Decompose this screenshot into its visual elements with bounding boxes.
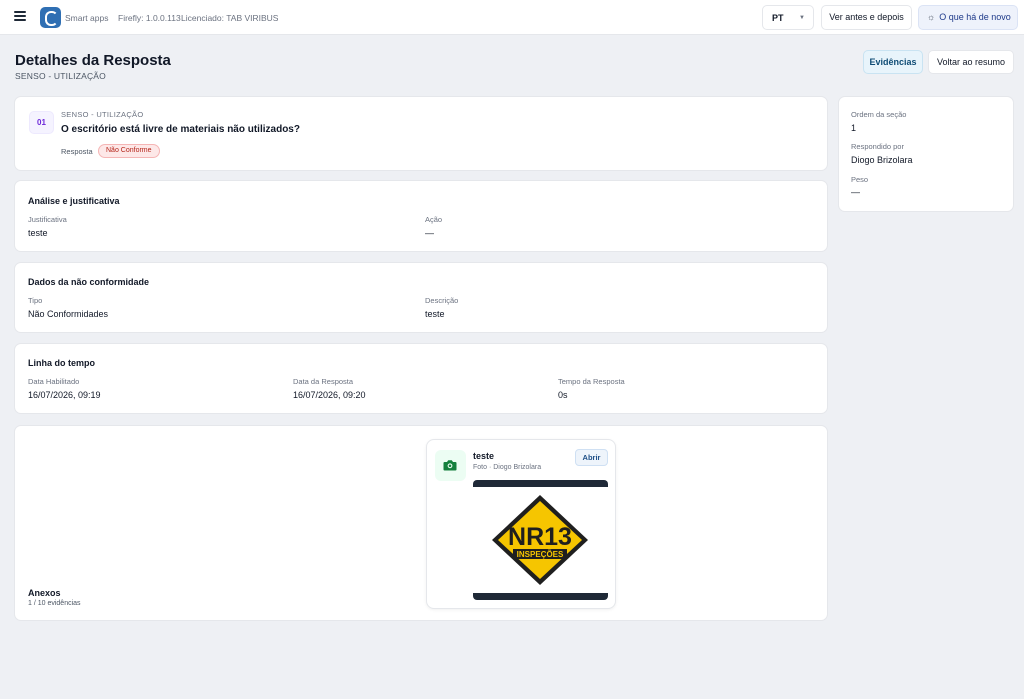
camera-icon: [435, 450, 466, 481]
attachments-count: 1 / 10 evidências: [28, 600, 81, 607]
response-label: Resposta: [61, 147, 93, 156]
sign-main-text: NR13: [508, 523, 572, 551]
enabled-date-value: 16/07/2026, 09:19: [28, 390, 101, 400]
response-date-value: 16/07/2026, 09:20: [293, 390, 366, 400]
type-label: Tipo: [28, 296, 43, 305]
language-select[interactable]: PT ▼: [762, 5, 814, 30]
sign-sub-text: INSPEÇÕES: [517, 550, 564, 559]
weight-label: Peso: [851, 175, 869, 184]
response-time-label: Tempo da Resposta: [558, 377, 625, 386]
analysis-title: Análise e justificativa: [28, 196, 120, 206]
license-info: Licenciado: TAB VIRIBUS: [181, 13, 279, 23]
action-value: —: [425, 228, 434, 238]
answered-by-value: Diogo Brizolara: [851, 155, 913, 165]
open-evidence-button[interactable]: Abrir: [575, 449, 608, 466]
side-info-card: Ordem da seção 1 Respondido por Diogo Br…: [838, 96, 1014, 212]
description-value: teste: [425, 309, 445, 319]
back-to-summary-button[interactable]: Voltar ao resumo: [928, 50, 1014, 74]
attachments-title: Anexos: [28, 588, 61, 598]
action-label: Ação: [425, 215, 443, 224]
analysis-card: Análise e justificativa Justificativa te…: [14, 180, 828, 252]
response-date-label: Data da Resposta: [293, 377, 354, 386]
enabled-date-label: Data Habilitado: [28, 377, 80, 386]
justification-label: Justificativa: [28, 215, 67, 224]
brand-name: Smart apps: [65, 13, 109, 23]
question-card: 01 SENSO - UTILIZAÇÃO O escritório está …: [14, 96, 828, 171]
page-title: Detalhes da Resposta: [15, 52, 171, 69]
top-bar: Smart apps Firefly: 1.0.0.113 Licenciado…: [0, 0, 1024, 35]
status-badge: Não Conforme: [98, 144, 160, 158]
before-after-button[interactable]: Ver antes e depois: [821, 5, 912, 30]
language-value: PT: [772, 13, 784, 23]
question-text: O escritório está livre de materiais não…: [61, 124, 300, 135]
app-logo[interactable]: [40, 7, 61, 28]
evidence-button[interactable]: Evidências: [863, 50, 923, 74]
attachments-card: Anexos 1 / 10 evidências teste Foto · Di…: [14, 425, 828, 621]
sparkle-icon: ☼: [927, 12, 936, 22]
whats-new-label: O que há de novo: [939, 12, 1011, 22]
section-order-label: Ordem da seção: [851, 110, 907, 119]
evidence-card[interactable]: teste Foto · Diogo Brizolara Abrir NR13 …: [426, 439, 616, 609]
description-label: Descrição: [425, 296, 459, 305]
app-version: Firefly: 1.0.0.113: [118, 13, 181, 23]
timeline-title: Linha do tempo: [28, 358, 95, 368]
weight-value: —: [851, 187, 860, 197]
chevron-down-icon: ▼: [799, 15, 805, 21]
whats-new-button[interactable]: ☼ O que há de novo: [918, 5, 1018, 30]
page-subtitle: SENSO - UTILIZAÇÃO: [15, 71, 106, 81]
response-time-value: 0s: [558, 390, 568, 400]
nonconformity-title: Dados da não conformidade: [28, 277, 150, 287]
type-value: Não Conformidades: [28, 309, 109, 319]
timeline-card: Linha do tempo Data Habilitado 16/07/202…: [14, 343, 828, 414]
justification-value: teste: [28, 228, 48, 238]
menu-icon[interactable]: [14, 11, 26, 23]
section-order-value: 1: [851, 123, 857, 133]
answered-by-label: Respondido por: [851, 142, 904, 151]
question-number: 01: [29, 111, 54, 134]
evidence-image[interactable]: NR13 INSPEÇÕES: [473, 480, 608, 600]
nonconformity-card: Dados da não conformidade Tipo Não Confo…: [14, 262, 828, 333]
evidence-title: teste: [473, 451, 495, 461]
question-section: SENSO - UTILIZAÇÃO: [61, 110, 144, 119]
evidence-meta: Foto · Diogo Brizolara: [473, 464, 542, 471]
